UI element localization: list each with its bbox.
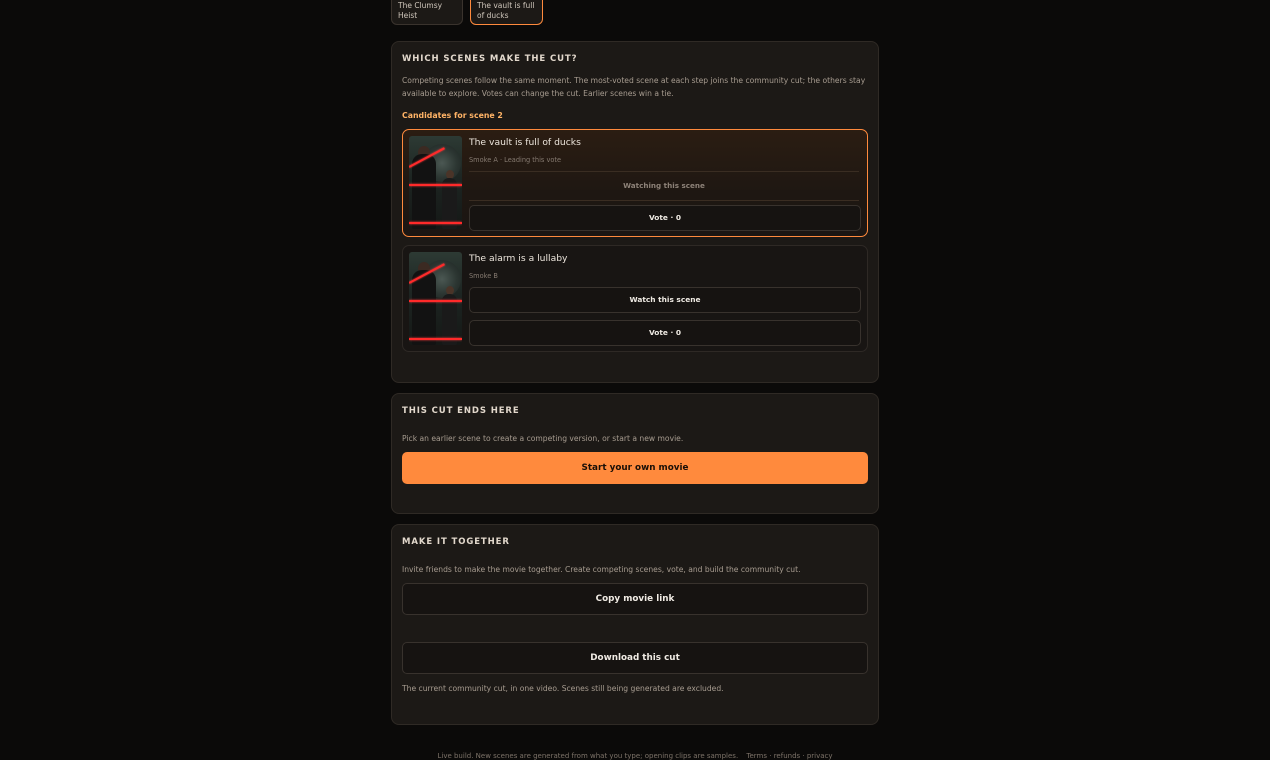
vote-button[interactable]: Vote · 0 — [469, 205, 861, 231]
watching-status: Watching this scene — [469, 171, 859, 201]
make-together-title: MAKE IT TOGETHER — [402, 537, 510, 547]
candidate-card[interactable]: The alarm is a lullaby Smoke B Watch thi… — [402, 245, 868, 352]
scenes-panel-description: Competing scenes follow the same moment.… — [402, 76, 866, 98]
footer: Live build. New scenes are generated fro… — [0, 752, 1270, 760]
candidate-title: The alarm is a lullaby — [469, 253, 568, 264]
cut-ends-title: THIS CUT ENDS HERE — [402, 406, 520, 416]
make-together-panel: MAKE IT TOGETHER Invite friends to make … — [391, 524, 879, 725]
scene-tab-label: The Clumsy Heist — [398, 1, 443, 20]
scene-thumbnail[interactable] — [409, 252, 462, 345]
candidate-subtitle: Smoke B — [469, 272, 498, 280]
download-cut-button[interactable]: Download this cut — [402, 642, 868, 674]
cut-ends-description: Pick an earlier scene to create a compet… — [402, 434, 684, 443]
cut-ends-panel: THIS CUT ENDS HERE Pick an earlier scene… — [391, 393, 879, 514]
candidate-subtitle: Smoke A · Leading this vote — [469, 156, 562, 164]
watch-scene-button[interactable]: Watch this scene — [469, 287, 861, 313]
scenes-panel: WHICH SCENES MAKE THE CUT? Competing sce… — [391, 41, 879, 383]
laser-beam — [409, 338, 462, 340]
candidate-card-leading[interactable]: The vault is full of ducks Smoke A · Lea… — [402, 129, 868, 237]
scene-tab-the-clumsy-heist[interactable]: The Clumsy Heist — [391, 0, 463, 25]
start-own-movie-button[interactable]: Start your own movie — [402, 452, 868, 484]
scene-tab-the-vault-is-full-of-ducks[interactable]: The vault is full of ducks — [470, 0, 543, 25]
scenes-panel-title: WHICH SCENES MAKE THE CUT? — [402, 54, 578, 64]
footer-links[interactable]: Terms · refunds · privacy — [746, 752, 832, 760]
laser-beam — [409, 222, 462, 224]
scene-tab-label: The vault is full of ducks — [477, 1, 535, 20]
vote-button[interactable]: Vote · 0 — [469, 320, 861, 346]
copy-movie-link-button[interactable]: Copy movie link — [402, 583, 868, 615]
laser-beam — [409, 184, 462, 186]
laser-beam — [409, 300, 462, 302]
footer-note: Live build. New scenes are generated fro… — [437, 752, 739, 760]
make-together-description: Invite friends to make the movie togethe… — [402, 565, 801, 574]
candidate-title: The vault is full of ducks — [469, 137, 581, 148]
candidates-label: Candidates for scene 2 — [402, 111, 503, 120]
download-note: The current community cut, in one video.… — [402, 684, 724, 693]
scene-thumbnail[interactable] — [409, 136, 462, 229]
